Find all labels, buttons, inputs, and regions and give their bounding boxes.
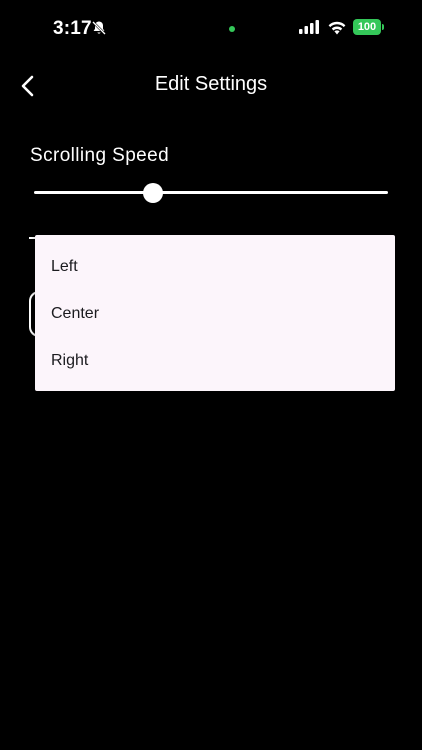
slider-track[interactable] bbox=[34, 191, 388, 194]
battery-level: 100 bbox=[353, 19, 381, 35]
slider-thumb[interactable] bbox=[142, 183, 163, 203]
scrolling-speed-label: Scrolling Speed bbox=[30, 145, 170, 166]
dropdown-option-label: Right bbox=[51, 351, 89, 369]
scrolling-speed-slider[interactable] bbox=[34, 182, 388, 204]
dropdown-option-label: Left bbox=[51, 257, 78, 275]
wifi-icon bbox=[328, 21, 346, 35]
status-bar: 3:17 100 bbox=[0, 0, 422, 58]
cellular-signal-icon bbox=[299, 20, 319, 34]
dropdown-option-label: Center bbox=[51, 304, 100, 322]
status-time: 3:17 bbox=[53, 18, 92, 39]
dropdown-option-center[interactable]: Center bbox=[35, 290, 395, 337]
bell-slash-icon bbox=[92, 21, 106, 35]
dropdown-option-right[interactable]: Right bbox=[35, 337, 395, 384]
privacy-indicator-dot bbox=[229, 26, 235, 32]
dropdown-option-left[interactable]: Left bbox=[35, 243, 395, 290]
battery-tip bbox=[382, 24, 384, 30]
alignment-dropdown-menu: Left Center Right bbox=[35, 235, 395, 391]
page-title: Edit Settings bbox=[154, 73, 268, 95]
battery-icon: 100 bbox=[353, 19, 385, 35]
